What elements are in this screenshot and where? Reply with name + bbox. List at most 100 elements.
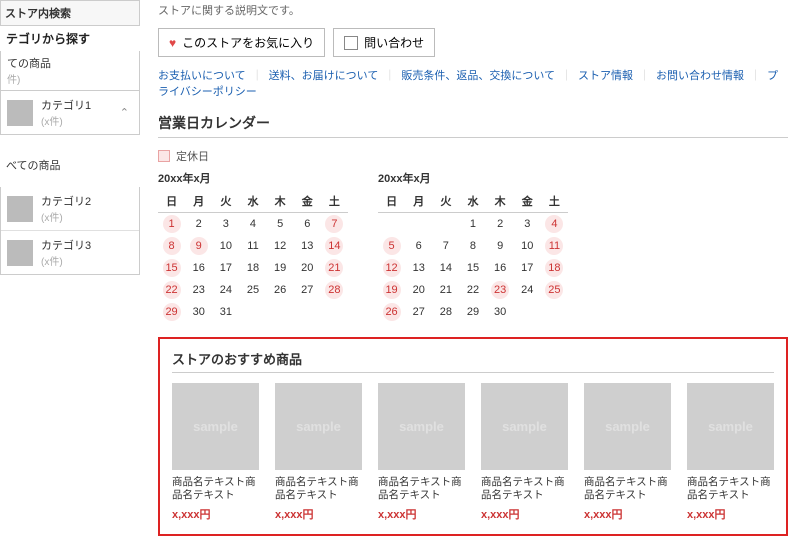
calendar-day: 1 bbox=[459, 212, 486, 235]
product-name: 商品名テキスト商品名テキスト bbox=[481, 476, 568, 503]
calendar-day: 2 bbox=[185, 212, 212, 235]
product-price: x,xxx円 bbox=[481, 506, 568, 522]
calendar-day: 14 bbox=[321, 235, 348, 257]
product-price: x,xxx円 bbox=[378, 506, 465, 522]
calendar-day: 31 bbox=[212, 301, 239, 323]
item-count: (x件) bbox=[41, 209, 133, 224]
category-thumb-icon bbox=[7, 100, 33, 126]
calendar-day: 7 bbox=[432, 235, 459, 257]
sidebar-item-cat3[interactable]: カテゴリ3 (x件) bbox=[1, 230, 139, 274]
product-card[interactable]: sample 商品名テキスト商品名テキスト x,xxx円 bbox=[481, 383, 568, 522]
calendar-day: 5 bbox=[378, 235, 405, 257]
info-link[interactable]: お問い合わせ情報 bbox=[650, 70, 750, 82]
calendar-day: 18 bbox=[239, 257, 266, 279]
chevron-up-icon[interactable]: ⌃ bbox=[116, 106, 133, 119]
calendar-day: 30 bbox=[487, 301, 514, 323]
calendar-day: 16 bbox=[487, 257, 514, 279]
product-card[interactable]: sample商品名テキスト商品名テキストx,xxx円 bbox=[687, 383, 774, 522]
category-thumb-icon bbox=[7, 196, 33, 222]
info-link[interactable]: 送料、お届けについて bbox=[263, 70, 385, 82]
product-card[interactable]: sample商品名テキスト商品名テキストx,xxx円 bbox=[378, 383, 465, 522]
contact-icon bbox=[344, 36, 358, 50]
calendar-day: 25 bbox=[541, 279, 568, 301]
calendar-dow: 土 bbox=[541, 190, 568, 212]
recommended-box: ストアのおすすめ商品 sample商品名テキスト商品名テキストx,xxx円sam… bbox=[158, 337, 788, 536]
calendar-day bbox=[432, 212, 459, 235]
calendar-day: 12 bbox=[267, 235, 294, 257]
calendar-day: 10 bbox=[514, 235, 541, 257]
calendar-day: 15 bbox=[158, 257, 185, 279]
sidebar-item-cat2[interactable]: カテゴリ2 (x件) bbox=[1, 187, 139, 230]
calendar-dow: 日 bbox=[378, 190, 405, 212]
product-thumb: sample bbox=[378, 383, 465, 470]
recommended-title: ストアのおすすめ商品 bbox=[172, 349, 774, 373]
calendar-section-title: 営業日カレンダー bbox=[158, 113, 788, 138]
calendar-day bbox=[294, 301, 321, 323]
calendar-dow: 月 bbox=[185, 190, 212, 212]
contact-button[interactable]: 問い合わせ bbox=[333, 28, 435, 57]
calendar-day: 26 bbox=[267, 279, 294, 301]
calendar-day: 4 bbox=[239, 212, 266, 235]
calendar-day: 21 bbox=[321, 257, 348, 279]
sidebar-item-all[interactable]: ての商品 件) bbox=[0, 51, 140, 91]
category-list-2: カテゴリ2 (x件) カテゴリ3 (x件) bbox=[0, 187, 140, 275]
product-price: x,xxx円 bbox=[584, 506, 671, 522]
product-card[interactable]: sample商品名テキスト商品名テキストx,xxx円 bbox=[275, 383, 362, 522]
calendar-dow: 土 bbox=[321, 190, 348, 212]
calendar-day: 15 bbox=[459, 257, 486, 279]
store-description: ストアに関する説明文です。 bbox=[158, 2, 788, 18]
calendar-day: 17 bbox=[212, 257, 239, 279]
calendar-month-title: 20xx年x月 bbox=[158, 170, 348, 186]
product-thumb: sample bbox=[481, 383, 568, 470]
category-list-1: カテゴリ1 (x件) ⌃ bbox=[0, 91, 140, 135]
calendar-day: 8 bbox=[459, 235, 486, 257]
info-link[interactable]: お支払いについて bbox=[158, 70, 252, 82]
product-name: 商品名テキスト商品名テキスト bbox=[275, 476, 362, 503]
calendar-day: 2 bbox=[487, 212, 514, 235]
calendar-dow: 水 bbox=[459, 190, 486, 212]
info-link[interactable]: 販売条件、返品、交換について bbox=[395, 70, 561, 82]
product-thumb: sample bbox=[687, 383, 774, 470]
product-name: 商品名テキスト商品名テキスト bbox=[687, 476, 774, 503]
calendar-day: 3 bbox=[514, 212, 541, 235]
calendar-day: 22 bbox=[158, 279, 185, 301]
item-count: (x件) bbox=[41, 253, 133, 268]
calendar-month-title: 20xx年x月 bbox=[378, 170, 568, 186]
sidebar-item-label: カテゴリ1 bbox=[41, 97, 116, 113]
button-label: このストアをお気に入り bbox=[182, 34, 314, 51]
sidebar: ストア内検索 テゴリから探す ての商品 件) カテゴリ1 (x件) ⌃ べての商… bbox=[0, 0, 140, 548]
calendar-day: 27 bbox=[405, 301, 432, 323]
calendar-day: 9 bbox=[487, 235, 514, 257]
info-link[interactable]: ストア情報 bbox=[572, 70, 639, 82]
product-thumb: sample bbox=[584, 383, 671, 470]
calendar-day: 9 bbox=[185, 235, 212, 257]
main-content: ストアに関する説明文です。 ♥ このストアをお気に入り 問い合わせ お支払いにつ… bbox=[140, 0, 800, 548]
sidebar-item-label: ての商品 bbox=[7, 55, 133, 71]
product-card[interactable]: sample商品名テキスト商品名テキストx,xxx円 bbox=[172, 383, 259, 522]
calendar-day: 13 bbox=[294, 235, 321, 257]
sidebar-item-all-2[interactable]: べての商品 bbox=[0, 149, 140, 187]
calendar-dow: 水 bbox=[239, 190, 266, 212]
calendar-day: 6 bbox=[405, 235, 432, 257]
calendar-day: 16 bbox=[185, 257, 212, 279]
sidebar-item-cat1[interactable]: カテゴリ1 (x件) ⌃ bbox=[1, 91, 139, 134]
calendars: 20xx年x月日月火水木金土12345678910111213141516171… bbox=[158, 170, 788, 323]
calendar-day: 21 bbox=[432, 279, 459, 301]
calendar-day: 6 bbox=[294, 212, 321, 235]
calendar-day: 7 bbox=[321, 212, 348, 235]
product-name: 商品名テキスト商品名テキスト bbox=[172, 476, 259, 503]
calendar-day bbox=[321, 301, 348, 323]
category-thumb-icon bbox=[7, 240, 33, 266]
browse-categories-title: テゴリから探す bbox=[0, 26, 140, 51]
calendar-day: 13 bbox=[405, 257, 432, 279]
product-name: 商品名テキスト商品名テキスト bbox=[584, 476, 671, 503]
favorite-store-button[interactable]: ♥ このストアをお気に入り bbox=[158, 28, 325, 57]
calendar-day: 23 bbox=[185, 279, 212, 301]
calendar-day bbox=[239, 301, 266, 323]
calendar-day: 24 bbox=[514, 279, 541, 301]
calendar-day: 27 bbox=[294, 279, 321, 301]
calendar-day: 4 bbox=[541, 212, 568, 235]
product-card[interactable]: sample 商品名テキスト商品名テキスト x,xxx円 bbox=[584, 383, 671, 522]
calendar: 20xx年x月日月火水木金土12345678910111213141516171… bbox=[378, 170, 568, 323]
recommended-items: sample 商品名テキスト商品名テキスト x,xxx円 sample 商品名テキスト商… bbox=[172, 383, 774, 522]
